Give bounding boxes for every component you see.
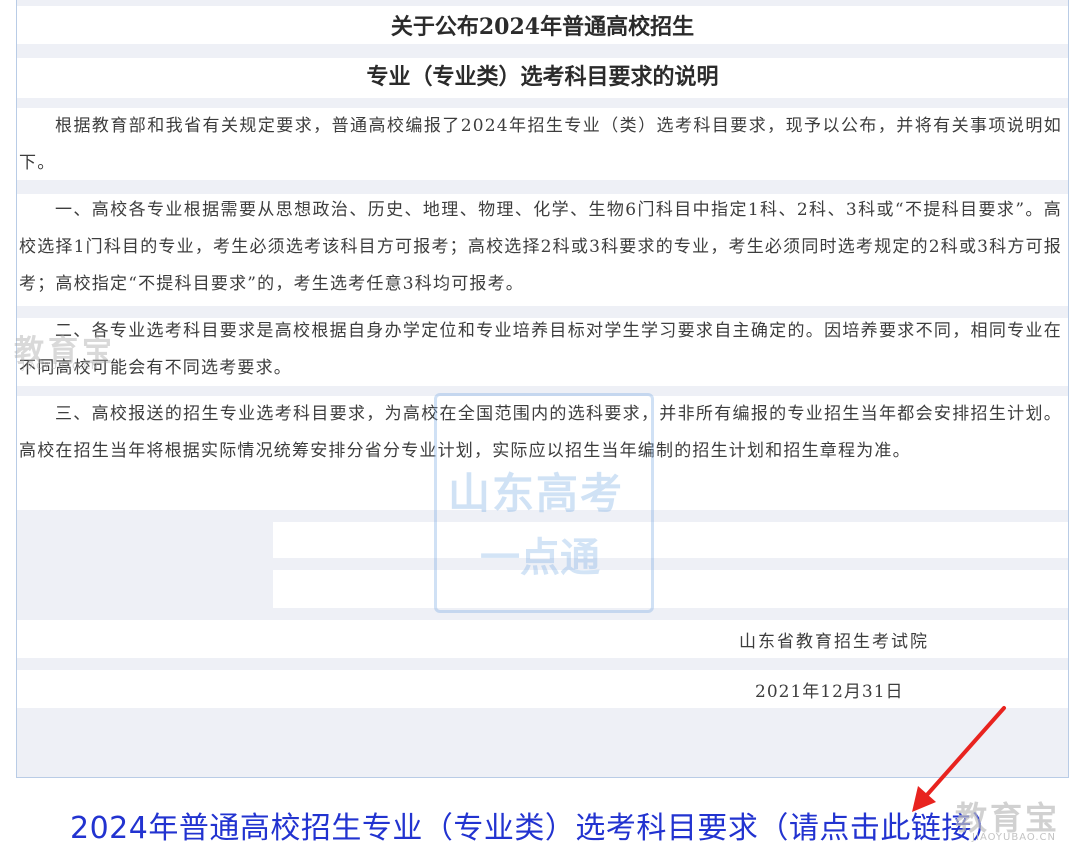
signature-org: 山东省教育招生考试院 (739, 632, 929, 652)
paragraph-one: 一、高校各专业根据需要从思想政治、历史、地理、物理、化学、生物6门科目中指定1科… (19, 200, 1062, 294)
cell-band (17, 520, 273, 620)
watermark-corner-sub: JIAOYUBAO.CN (972, 832, 1056, 843)
paragraph-two: 二、各专业选考科目要求是高校根据自身办学定位和专业培养目标对学生学习要求自主确定… (19, 321, 1062, 378)
watermark-logo-line1: 山东高考 (448, 469, 625, 518)
row-band (17, 98, 1068, 108)
row-band (17, 44, 1068, 58)
watermark-logo-line2: 一点通 (480, 535, 600, 581)
requirements-link[interactable]: 2024年普通高校招生专业（专业类）选考科目要求（请点击此链接） (70, 803, 1002, 847)
paragraph-intro: 根据教育部和我省有关规定要求，普通高校编报了2024年招生专业（类）选考科目要求… (19, 116, 1062, 173)
row-band (17, 708, 1068, 777)
document-frame: 关于公布2024年普通高校招生 专业（专业类）选考科目要求的说明 根据教育部和我… (16, 0, 1069, 778)
row-band (17, 658, 1068, 670)
watermark-side-sub: JIAOYUBAO.CN (22, 362, 99, 372)
document-title-line1: 关于公布2024年普通高校招生 (390, 14, 695, 40)
signature-date: 2021年12月31日 (755, 682, 904, 702)
row-band (17, 0, 1068, 6)
document-title-line2: 专业（专业类）选考科目要求的说明 (366, 64, 719, 90)
